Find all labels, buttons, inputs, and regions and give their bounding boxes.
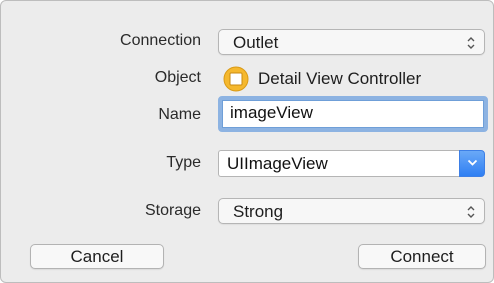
type-combo-box[interactable]: UIImageView [218,150,485,177]
up-down-chevron-icon [467,206,475,218]
storage-value: Strong [233,202,284,221]
type-dropdown-button[interactable] [459,150,485,177]
connection-value: Outlet [233,33,279,52]
chevron-down-icon [467,159,478,166]
storage-popup[interactable]: Strong [218,198,485,224]
name-value: imageView [230,103,313,122]
up-down-chevron-icon [467,37,475,49]
object-label: Object [154,69,201,86]
view-controller-icon [223,66,249,92]
name-label: Name [158,106,201,123]
object-value: Detail View Controller [258,69,422,88]
connection-label: Connection [120,32,201,49]
connection-popup[interactable]: Outlet [218,29,485,55]
connect-button[interactable]: Connect [358,244,486,269]
type-label: Type [166,154,201,171]
type-value: UIImageView [227,154,328,173]
connection-dialog: Connection Outlet Object Detail View Con… [0,0,494,283]
cancel-button[interactable]: Cancel [30,244,164,269]
type-field[interactable]: UIImageView [218,150,459,177]
name-field[interactable]: imageView [218,96,488,132]
storage-label: Storage [144,202,201,219]
